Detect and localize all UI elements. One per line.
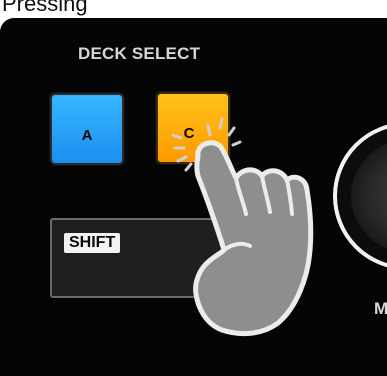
deck-c-label: C — [183, 125, 195, 142]
deck-select-label: DECK SELECT — [78, 44, 201, 63]
jog-wheel-platter — [351, 140, 387, 252]
controller-panel: DECK SELECT A C SHIFT M — [0, 18, 387, 376]
top-caption-text: Pressing — [2, 0, 88, 16]
deck-a-label: A — [81, 127, 93, 144]
deck-c-button[interactable]: C — [156, 92, 230, 164]
shift-button[interactable]: SHIFT — [50, 218, 300, 298]
deck-a-button[interactable]: A — [50, 93, 124, 165]
controller-illustration: Pressing DECK SELECT A C SHIFT M — [0, 0, 387, 376]
jog-wheel[interactable] — [333, 122, 387, 270]
jog-caption: M — [374, 299, 387, 318]
top-caption: Pressing — [0, 0, 387, 18]
shift-label: SHIFT — [64, 233, 121, 253]
